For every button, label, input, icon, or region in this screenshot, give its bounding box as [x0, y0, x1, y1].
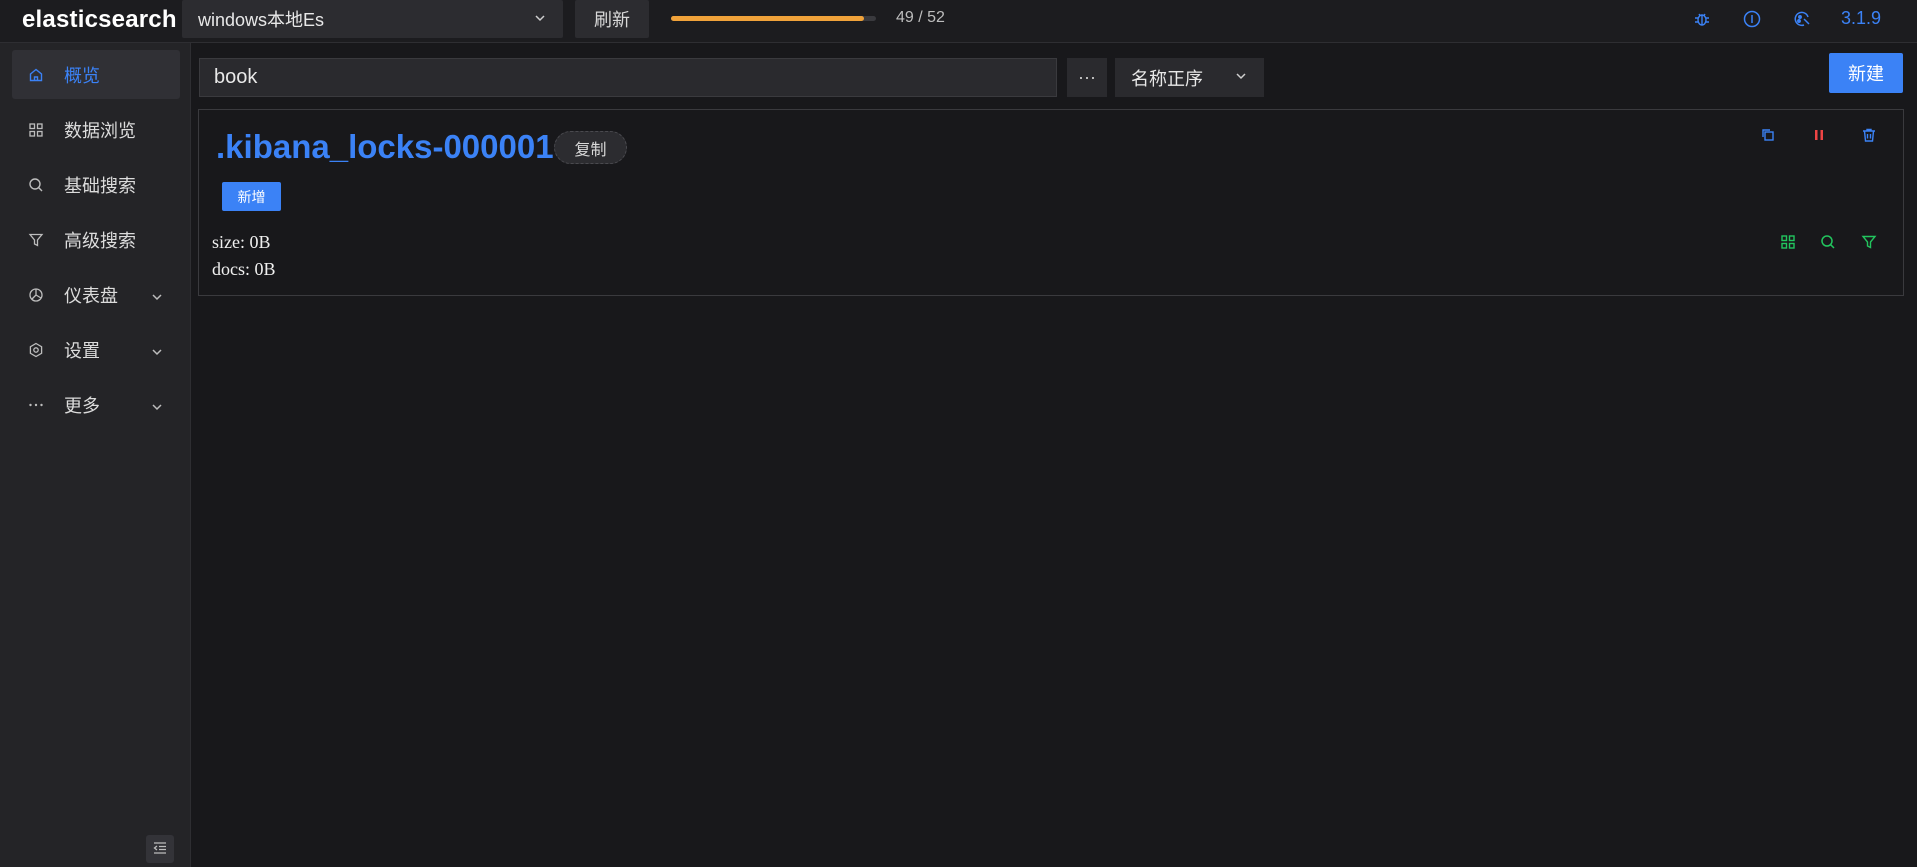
- sidebar-item-label: 基础搜索: [64, 175, 136, 196]
- trash-icon[interactable]: [1860, 126, 1878, 144]
- info-icon[interactable]: [1742, 9, 1762, 29]
- grid-icon[interactable]: [1779, 233, 1797, 251]
- version-label: 3.1.9: [1841, 8, 1882, 28]
- sidebar-item-settings[interactable]: 设置: [12, 325, 180, 374]
- filter-icon: [28, 232, 44, 248]
- sidebar-item-more[interactable]: 更多: [12, 380, 180, 429]
- add-alias-button[interactable]: 新增: [222, 182, 281, 211]
- chevron-down-icon: [150, 343, 164, 357]
- dashboard-icon: [28, 287, 44, 303]
- collapse-icon: [152, 840, 168, 859]
- progress-text: 49 / 52: [896, 9, 945, 26]
- chevron-down-icon: [150, 398, 164, 412]
- index-card: .kibana_locks-000001 复制 新增 size: 0B docs…: [198, 109, 1904, 296]
- index-name[interactable]: .kibana_locks-000001: [216, 128, 554, 166]
- chevron-down-icon: [150, 288, 164, 302]
- grid-icon: [28, 122, 44, 138]
- progress-fill: [671, 16, 864, 21]
- cluster-select[interactable]: windows本地Es: [182, 0, 563, 38]
- sidebar: 概览 数据浏览 基础搜索 高级搜索 仪表盘 设置 更多: [0, 43, 191, 867]
- new-index-button[interactable]: 新建: [1829, 53, 1903, 93]
- refresh-button[interactable]: 刷新: [575, 0, 649, 38]
- sidebar-item-advanced-search[interactable]: 高级搜索: [12, 215, 180, 264]
- sidebar-item-label: 概览: [64, 65, 100, 86]
- sidebar-item-label: 数据浏览: [64, 120, 136, 141]
- sort-select-value: 名称正序: [1131, 68, 1203, 89]
- chevron-down-icon: [1234, 67, 1248, 88]
- index-docs: docs: 0B: [212, 259, 276, 279]
- copy-icon[interactable]: [1759, 126, 1777, 144]
- top-bar: elasticsearch windows本地Es 刷新 49 / 52 3.1…: [0, 0, 1917, 43]
- sort-select[interactable]: 名称正序: [1115, 58, 1264, 97]
- sidebar-item-label: 设置: [64, 340, 100, 361]
- chevron-down-icon: [533, 9, 547, 30]
- collapse-sidebar-button[interactable]: [146, 835, 174, 863]
- sidebar-item-overview[interactable]: 概览: [12, 50, 180, 99]
- filter-icon[interactable]: [1860, 233, 1878, 251]
- gear-icon: [28, 342, 44, 358]
- more-options-button[interactable]: ···: [1067, 58, 1107, 97]
- cluster-select-value: windows本地Es: [198, 10, 325, 30]
- ellipsis-icon: [28, 397, 44, 413]
- sidebar-item-data-browse[interactable]: 数据浏览: [12, 105, 180, 154]
- sidebar-item-label: 更多: [64, 395, 100, 416]
- search-input[interactable]: [199, 58, 1057, 97]
- bug-icon[interactable]: [1692, 9, 1712, 29]
- index-size: size: 0B: [212, 232, 271, 252]
- progress-bar: [671, 16, 876, 21]
- theme-icon[interactable]: [1792, 9, 1812, 29]
- sidebar-item-label: 仪表盘: [64, 285, 118, 306]
- sidebar-item-dashboard[interactable]: 仪表盘: [12, 270, 180, 319]
- search-icon: [28, 177, 44, 193]
- search-icon[interactable]: [1819, 233, 1837, 251]
- pause-icon[interactable]: [1810, 126, 1828, 144]
- app-logo: elasticsearch: [22, 6, 177, 33]
- home-icon: [28, 67, 44, 83]
- sidebar-item-label: 高级搜索: [64, 230, 136, 251]
- copy-button[interactable]: 复制: [554, 131, 627, 164]
- sidebar-item-basic-search[interactable]: 基础搜索: [12, 160, 180, 209]
